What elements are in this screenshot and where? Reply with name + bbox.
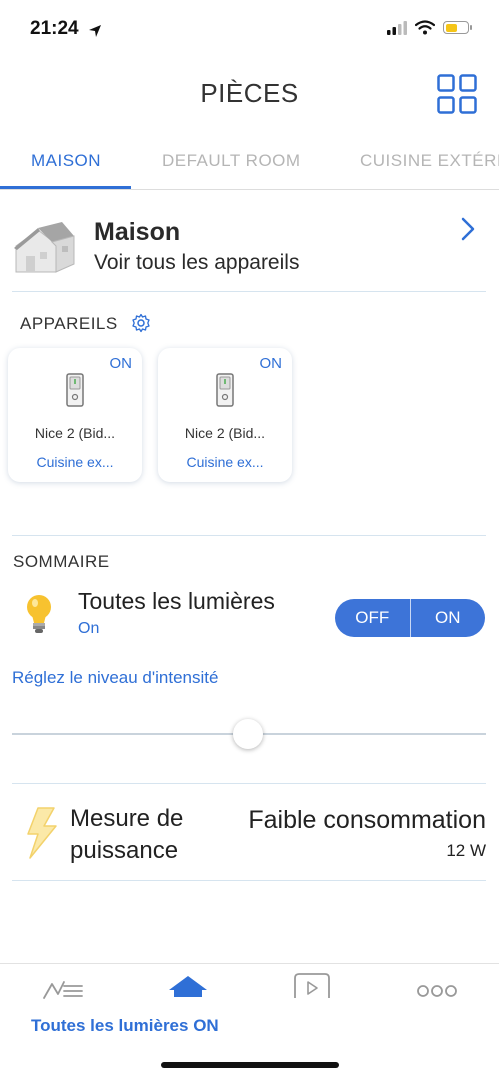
power-consumption-value: Faible consommation — [248, 806, 486, 834]
home-icon[interactable] — [168, 975, 208, 997]
page-title: PIÈCES — [200, 78, 299, 108]
location-arrow-icon — [89, 25, 101, 37]
power-label-line2: puissance — [70, 837, 179, 864]
cellular-signal-icon — [387, 20, 407, 35]
tabbar-divider — [0, 963, 499, 964]
device-status: ON — [259, 355, 283, 372]
status-time: 21:24 — [30, 18, 79, 39]
home-indicator — [161, 1062, 339, 1068]
room-tabs: MAISON DEFAULT ROOM CUISINE EXTÉRIEURE — [0, 145, 499, 190]
chevron-right-icon[interactable] — [460, 216, 476, 242]
tab-cuisine-exterieure[interactable]: CUISINE EXTÉRIEURE — [360, 151, 499, 171]
summary-section-label: SOMMAIRE — [13, 552, 110, 571]
devices-section-label: APPAREILS — [20, 314, 118, 333]
lights-toggle: OFF ON — [335, 599, 485, 637]
scenes-icon[interactable] — [42, 980, 84, 1000]
house-title: Maison — [94, 218, 181, 246]
all-lights-state: On — [78, 620, 100, 637]
lights-status-banner: Toutes les lumières ON — [31, 1016, 219, 1035]
house-subtitle: Voir tous les appareils — [94, 251, 300, 274]
power-label-line1: Mesure de — [70, 805, 184, 832]
device-name: Nice 2 (Bid... — [184, 425, 266, 441]
house-icon — [14, 222, 75, 273]
intensity-slider-thumb[interactable] — [233, 719, 263, 749]
device-card[interactable]: ON Nice 2 (Bid... Cuisine ex... — [8, 348, 142, 482]
grid-view-icon[interactable] — [437, 74, 477, 114]
switch-icon — [66, 373, 84, 407]
status-icons — [387, 20, 472, 35]
intensity-label: Réglez le niveau d'intensité — [12, 668, 219, 687]
divider — [12, 783, 486, 784]
device-name: Nice 2 (Bid... — [34, 425, 116, 441]
on-button[interactable]: ON — [411, 599, 486, 637]
light-bulb-icon — [27, 595, 51, 633]
more-icon[interactable] — [416, 984, 458, 998]
tab-default-room[interactable]: DEFAULT ROOM — [162, 151, 301, 171]
gear-icon[interactable] — [131, 313, 151, 333]
lightning-icon — [27, 807, 57, 859]
power-watts: 12 W — [446, 841, 486, 860]
switch-icon — [216, 373, 234, 407]
tab-maison[interactable]: MAISON — [31, 151, 101, 171]
active-tab-indicator — [0, 186, 131, 189]
divider — [12, 535, 486, 536]
all-lights-title: Toutes les lumières — [78, 588, 275, 614]
wifi-icon — [415, 20, 435, 35]
divider — [12, 880, 486, 881]
device-status: ON — [109, 355, 133, 372]
divider — [12, 291, 486, 292]
off-button[interactable]: OFF — [335, 599, 410, 637]
video-icon[interactable] — [293, 972, 331, 998]
device-room: Cuisine ex... — [186, 454, 264, 470]
device-room: Cuisine ex... — [36, 454, 114, 470]
battery-icon — [443, 21, 472, 34]
device-card[interactable]: ON Nice 2 (Bid... Cuisine ex... — [158, 348, 292, 482]
power-measure-label: Mesure de puissance — [70, 803, 183, 867]
